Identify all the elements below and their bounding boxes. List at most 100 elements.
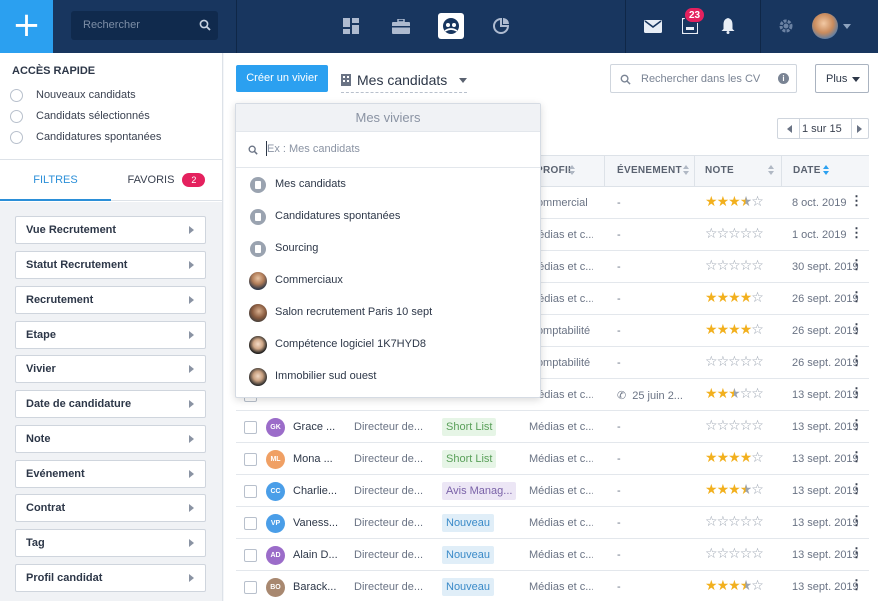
star-empty-icon[interactable]: ☆	[740, 386, 753, 402]
dropdown-item[interactable]: Commerciaux	[236, 265, 540, 297]
star-empty-icon[interactable]: ☆	[751, 578, 764, 594]
star-empty-icon[interactable]: ☆	[751, 450, 764, 466]
more-options-icon[interactable]: ⋮	[850, 514, 863, 527]
row-checkbox[interactable]	[244, 517, 257, 530]
star-filled-icon[interactable]: ★	[705, 194, 718, 210]
filter-evenement[interactable]: Evénement	[15, 460, 206, 488]
star-empty-icon[interactable]: ☆	[705, 354, 718, 370]
dropdown-item[interactable]: Mes candidats	[236, 169, 540, 201]
star-empty-icon[interactable]: ☆	[728, 514, 741, 530]
radio-button[interactable]	[10, 130, 23, 144]
filter-profil-candidat[interactable]: Profil candidat	[15, 564, 206, 592]
star-empty-icon[interactable]: ☆	[728, 418, 741, 434]
star-filled-icon[interactable]: ★	[705, 322, 718, 338]
star-filled-icon[interactable]: ★	[705, 482, 718, 498]
rating-stars[interactable]: ★★★★☆	[705, 450, 764, 466]
rating-stars[interactable]: ☆☆☆☆☆	[705, 418, 764, 434]
star-empty-icon[interactable]: ☆	[740, 258, 753, 274]
rating-stars[interactable]: ☆☆☆☆☆	[705, 226, 764, 242]
candidates-icon[interactable]	[438, 13, 464, 39]
more-options-icon[interactable]: ⋮	[850, 546, 863, 559]
sort-desc-icon[interactable]	[823, 165, 830, 176]
dropdown-item[interactable]: Sourcing	[236, 233, 540, 265]
star-empty-icon[interactable]: ☆	[728, 258, 741, 274]
star-empty-icon[interactable]: ☆	[717, 258, 730, 274]
star-filled-icon[interactable]: ★	[717, 322, 730, 338]
star-filled-icon[interactable]: ★	[717, 290, 730, 306]
info-icon[interactable]: i	[778, 73, 789, 84]
create-vivier-button[interactable]: Créer un vivier	[236, 65, 328, 92]
dropdown-item[interactable]: Candidatures spontanées	[236, 201, 540, 233]
more-options-icon[interactable]: ⋮	[850, 194, 863, 207]
rating-stars[interactable]: ☆☆☆☆☆	[705, 258, 764, 274]
table-row[interactable]: GK Grace ... Directeur de... Short List Médi…	[236, 411, 869, 443]
rating-stars[interactable]: ★★★★☆	[705, 322, 764, 338]
star-half-icon[interactable]: ★	[740, 194, 753, 210]
rating-stars[interactable]: ★★★★☆	[705, 194, 764, 210]
star-empty-icon[interactable]: ☆	[705, 546, 718, 562]
plus-button[interactable]: +	[0, 0, 53, 53]
chevron-right-icon[interactable]	[857, 125, 862, 133]
candidate-name[interactable]: Grace ...	[293, 421, 339, 433]
dropdown-item[interactable]: Compétence logiciel 1K7HYD8	[236, 329, 540, 361]
star-half-icon[interactable]: ★	[740, 578, 753, 594]
candidate-name[interactable]: Mona ...	[293, 453, 339, 465]
star-filled-icon[interactable]: ★	[740, 290, 753, 306]
star-filled-icon[interactable]: ★	[728, 482, 741, 498]
rating-stars[interactable]: ☆☆☆☆☆	[705, 514, 764, 530]
star-filled-icon[interactable]: ★	[728, 450, 741, 466]
table-row[interactable]: CC Charlie... Directeur de... Avis Manag...…	[236, 475, 869, 507]
column-header-date[interactable]: DATE	[793, 165, 821, 176]
filter-contrat[interactable]: Contrat	[15, 494, 206, 522]
rating-stars[interactable]: ★★★★☆	[705, 578, 764, 594]
filter-vue-recrutement[interactable]: Vue Recrutement	[15, 216, 206, 244]
candidate-name[interactable]: Alain D...	[293, 549, 339, 561]
star-empty-icon[interactable]: ☆	[751, 322, 764, 338]
star-empty-icon[interactable]: ☆	[751, 514, 764, 530]
star-empty-icon[interactable]: ☆	[751, 194, 764, 210]
more-options-icon[interactable]: ⋮	[850, 482, 863, 495]
more-options-icon[interactable]: ⋮	[850, 578, 863, 591]
more-options-icon[interactable]: ⋮	[850, 226, 863, 239]
star-filled-icon[interactable]: ★	[728, 194, 741, 210]
more-options-icon[interactable]: ⋮	[850, 322, 863, 335]
star-filled-icon[interactable]: ★	[740, 322, 753, 338]
tab-filters[interactable]: FILTRES	[0, 160, 111, 201]
rating-stars[interactable]: ★★★★☆	[705, 290, 764, 306]
table-row[interactable]: VP Vaness... Directeur de... Nouveau Médias …	[236, 507, 869, 539]
star-empty-icon[interactable]: ☆	[740, 514, 753, 530]
cv-search-input[interactable]: Rechercher dans les CV i	[610, 64, 797, 93]
more-options-icon[interactable]: ⋮	[850, 354, 863, 367]
quick-access-new-candidates[interactable]: Nouveaux candidats	[10, 87, 136, 103]
star-filled-icon[interactable]: ★	[717, 386, 730, 402]
star-empty-icon[interactable]: ☆	[751, 386, 764, 402]
more-options-icon[interactable]: ⋮	[850, 450, 863, 463]
star-empty-icon[interactable]: ☆	[751, 258, 764, 274]
star-empty-icon[interactable]: ☆	[717, 546, 730, 562]
gear-icon[interactable]	[773, 13, 799, 39]
star-empty-icon[interactable]: ☆	[705, 226, 718, 242]
star-filled-icon[interactable]: ★	[705, 290, 718, 306]
filter-tag[interactable]: Tag	[15, 529, 206, 557]
star-filled-icon[interactable]: ★	[717, 194, 730, 210]
candidate-name[interactable]: Charlie...	[293, 485, 339, 497]
dropdown-item[interactable]: Salon recrutement Paris 10 sept	[236, 297, 540, 329]
column-header-note[interactable]: NOTE	[705, 165, 734, 176]
sort-icon[interactable]	[569, 165, 576, 176]
star-filled-icon[interactable]: ★	[728, 322, 741, 338]
star-empty-icon[interactable]: ☆	[751, 546, 764, 562]
candidate-name[interactable]: Vaness...	[293, 517, 339, 529]
bell-icon[interactable]	[715, 13, 741, 39]
star-filled-icon[interactable]: ★	[717, 482, 730, 498]
more-options-icon[interactable]: ⋮	[850, 386, 863, 399]
vivier-selector[interactable]: Mes candidats	[341, 70, 467, 93]
row-checkbox[interactable]	[244, 549, 257, 562]
dropdown-search-input[interactable]: Ex : Mes candidats	[236, 132, 540, 168]
sort-icon[interactable]	[768, 165, 775, 176]
star-empty-icon[interactable]: ☆	[740, 418, 753, 434]
filter-statut-recrutement[interactable]: Statut Recrutement	[15, 251, 206, 279]
star-empty-icon[interactable]: ☆	[751, 226, 764, 242]
table-row[interactable]: BO Barack... Directeur de... Nouveau Médias …	[236, 571, 869, 601]
radio-button[interactable]	[10, 88, 23, 102]
user-avatar[interactable]	[812, 13, 838, 39]
